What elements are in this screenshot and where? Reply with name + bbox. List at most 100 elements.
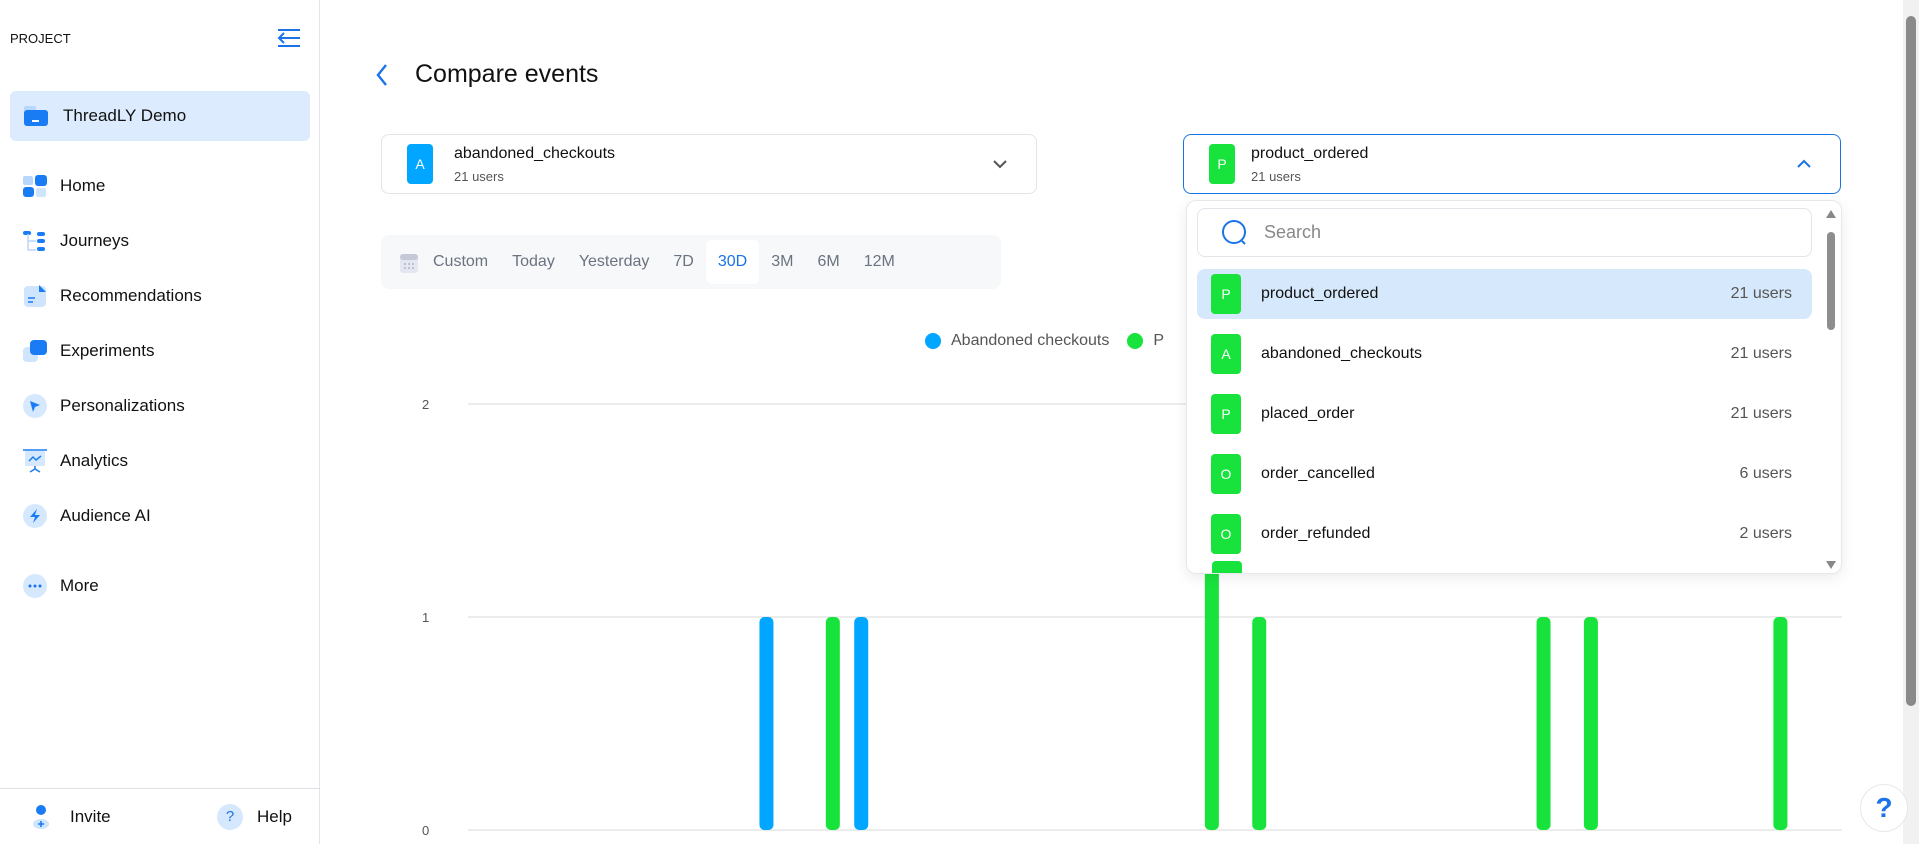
sidebar-item-label: Experiments	[60, 341, 155, 360]
sidebar-item-more[interactable]: More	[22, 571, 99, 601]
sidebar-item-personalizations[interactable]: Personalizations	[22, 391, 185, 421]
bar-series-b[interactable]	[825, 617, 840, 830]
dropdown-option[interactable]: Oorder_refunded 2 users	[1197, 509, 1812, 559]
event-name: abandoned_checkouts	[454, 144, 616, 162]
date-option-today[interactable]: Today	[500, 240, 567, 284]
bar-series-b[interactable]	[1536, 617, 1551, 830]
analytics-icon	[22, 449, 48, 473]
y-tick-label: 1	[422, 610, 429, 625]
event-badge: P	[1209, 144, 1235, 184]
dropdown-option[interactable]: Pplaced_order 21 users	[1197, 389, 1812, 439]
bar-series-b[interactable]	[1252, 617, 1267, 830]
event-count: 21 users	[1730, 345, 1792, 362]
help-label: Help	[257, 806, 292, 826]
sidebar-item-label: Home	[60, 176, 106, 195]
event-name: placed_order	[1261, 405, 1355, 422]
date-range-picker: Custom Today Yesterday 7D 30D 3M 6M 12M	[381, 235, 1001, 289]
scroll-up-icon[interactable]	[1825, 209, 1837, 219]
event-b-selector[interactable]: P product_ordered 21 users	[1183, 134, 1841, 194]
date-option-12m[interactable]: 12M	[852, 240, 907, 284]
event-count: 21 users	[454, 168, 504, 184]
legend-label: P	[1153, 332, 1165, 349]
bar-series-a[interactable]	[759, 617, 774, 830]
project-selector[interactable]: ThreadLY Demo	[10, 91, 310, 141]
event-badge: O	[1211, 454, 1241, 494]
folder-icon	[24, 106, 48, 126]
dropdown-option[interactable]: Oorder_cancelled 6 users	[1197, 449, 1812, 499]
event-badge: A	[407, 144, 433, 184]
sidebar-item-recommendations[interactable]: Recommendations	[22, 281, 202, 311]
chart-legend: Abandoned checkouts P	[925, 332, 1164, 350]
collapse-sidebar-icon[interactable]	[274, 26, 302, 50]
recommendations-icon	[22, 284, 48, 308]
sidebar-item-label: Recommendations	[60, 286, 202, 305]
experiments-icon	[22, 339, 48, 363]
event-a-selector[interactable]: A abandoned_checkouts 21 users	[381, 134, 1037, 194]
date-option-yesterday[interactable]: Yesterday	[567, 240, 662, 284]
date-option-30d[interactable]: 30D	[705, 240, 760, 284]
sidebar-item-home[interactable]: Home	[22, 171, 105, 201]
back-chevron-icon[interactable]	[372, 60, 392, 90]
dropdown-option[interactable]: Aabandoned_checkouts 21 users	[1197, 329, 1812, 379]
bar-series-a[interactable]	[854, 617, 869, 830]
event-name: order_refunded	[1261, 525, 1371, 542]
event-count: 21 users	[1730, 285, 1792, 302]
sidebar-item-label: Audience AI	[60, 506, 151, 525]
event-name: abandoned_checkouts	[1261, 345, 1423, 362]
sidebar-item-analytics[interactable]: Analytics	[22, 446, 128, 476]
bar-series-b[interactable]	[1583, 617, 1598, 830]
date-option-6m[interactable]: 6M	[805, 240, 851, 284]
event-badge: A	[1211, 334, 1241, 374]
chevron-down-icon	[993, 160, 1007, 169]
sidebar-item-label: Journeys	[60, 231, 129, 250]
event-name: order_cancelled	[1261, 465, 1375, 482]
invite-user-icon	[33, 804, 49, 829]
legend-swatch	[925, 333, 941, 349]
help-button[interactable]: ? Help	[217, 803, 292, 830]
help-fab[interactable]: ?	[1860, 784, 1908, 832]
dropdown-scrollbar[interactable]	[1825, 206, 1837, 570]
event-badge: P	[1211, 394, 1241, 434]
date-option-3m[interactable]: 3M	[759, 240, 805, 284]
bar-series-b[interactable]	[1773, 617, 1788, 830]
event-count: 2 users	[1739, 525, 1792, 542]
search-placeholder: Search	[1264, 222, 1322, 242]
y-tick-label: 0	[422, 823, 429, 838]
event-dropdown-panel: Search Pproduct_ordered 21 users Aabandone…	[1186, 200, 1842, 574]
legend-label: Abandoned checkouts	[951, 332, 1110, 349]
legend-swatch	[1127, 333, 1144, 349]
page-scrollbar-thumb[interactable]	[1906, 16, 1916, 706]
sidebar-item-label: Analytics	[60, 451, 129, 470]
audience-ai-icon	[22, 504, 48, 528]
chevron-up-icon	[1797, 159, 1811, 168]
search-input[interactable]: Search	[1197, 208, 1812, 257]
page-scrollbar[interactable]	[1903, 0, 1919, 844]
event-badge: P	[1211, 274, 1241, 314]
more-icon	[22, 574, 48, 598]
dropdown-option[interactable]: Pproduct_ordered 21 users	[1197, 269, 1812, 319]
sidebar-item-label: More	[60, 576, 99, 595]
invite-label: Invite	[70, 806, 111, 826]
invite-button[interactable]: Invite	[32, 804, 111, 830]
event-count: 21 users	[1730, 405, 1792, 422]
help-icon: ?	[217, 803, 244, 830]
personalizations-icon	[22, 394, 48, 418]
home-icon	[22, 174, 48, 198]
scroll-down-icon[interactable]	[1825, 560, 1837, 570]
scrollbar-thumb[interactable]	[1827, 232, 1835, 330]
project-label: PROJECT	[10, 31, 71, 46]
sidebar-item-label: Personalizations	[60, 396, 185, 415]
help-question-icon: ?	[1875, 792, 1893, 823]
sidebar-item-audience-ai[interactable]: Audience AI	[22, 501, 151, 531]
event-badge: O	[1211, 514, 1241, 554]
sidebar-item-journeys[interactable]: Journeys	[22, 226, 129, 256]
page-title: Compare events	[415, 60, 599, 88]
date-option-7d[interactable]: 7D	[661, 240, 705, 284]
journeys-icon	[22, 229, 48, 253]
sidebar-footer: Invite ? Help	[0, 788, 320, 844]
search-icon	[1222, 219, 1246, 245]
date-option-custom[interactable]: Custom	[421, 240, 500, 284]
calendar-icon[interactable]	[399, 250, 419, 274]
sidebar-item-experiments[interactable]: Experiments	[22, 336, 154, 366]
y-tick-label: 2	[422, 397, 429, 412]
